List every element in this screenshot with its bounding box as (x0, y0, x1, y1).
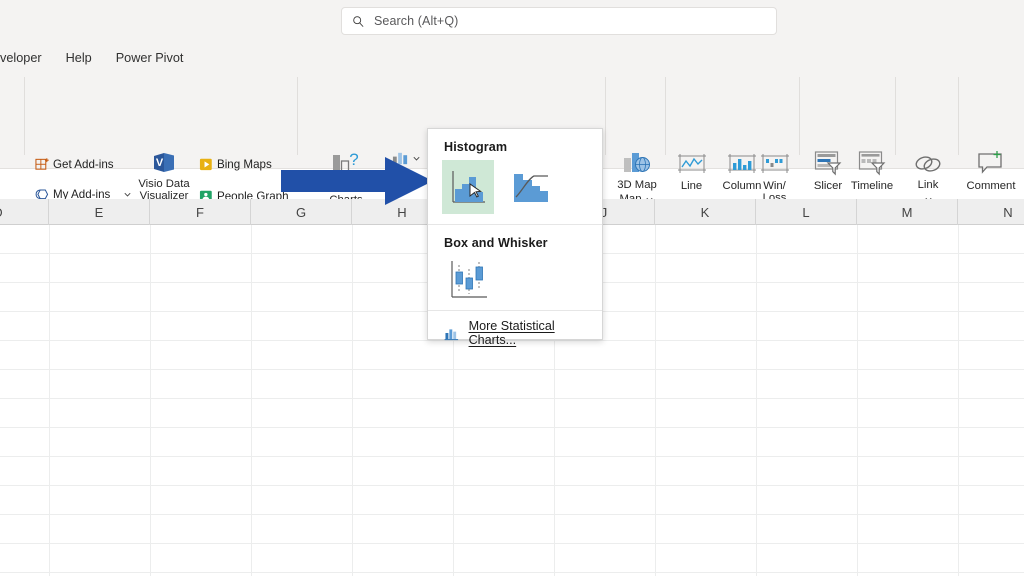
chevron-down-icon[interactable] (123, 190, 132, 199)
ribbon-separator (24, 77, 25, 155)
tab-help[interactable]: Help (54, 48, 104, 69)
histogram-heading: Histogram (428, 129, 602, 160)
grid-vline (756, 225, 757, 576)
sparkline-line-icon (670, 147, 713, 177)
box-whisker-heading: Box and Whisker (428, 225, 602, 256)
grid-vline (251, 225, 252, 576)
pareto-chart-option[interactable] (504, 160, 556, 214)
comment-icon (962, 147, 1020, 177)
box-whisker-row (428, 256, 602, 306)
bing-maps-label: Bing Maps (217, 158, 272, 171)
sparkline-winloss-icon (757, 147, 792, 177)
get-addins-button[interactable]: Get Add-ins (35, 157, 114, 172)
grid-hline (0, 514, 1024, 515)
visio-data-visualizer-button[interactable]: V Visio Data Visualizer (136, 149, 192, 203)
excel-window: Search (Alt+Q) veloper Help Power Pivot … (0, 0, 1024, 576)
timeline-icon (847, 147, 897, 177)
sparkline-line-label: Line (670, 180, 713, 192)
sparkline-winloss-button[interactable]: Win/ Loss (757, 147, 792, 205)
visio-icon: V (136, 149, 192, 175)
grid-vline (150, 225, 151, 576)
more-label-rest: ore Statistical Charts... (469, 319, 555, 347)
grid-hline (0, 543, 1024, 544)
grid-hline (0, 369, 1024, 370)
link-button[interactable]: Link (904, 147, 952, 191)
histogram-icon (446, 165, 490, 209)
grid-hline (0, 398, 1024, 399)
svg-text:V: V (156, 157, 164, 169)
grid-vline (49, 225, 50, 576)
column-header-M[interactable]: M (857, 199, 958, 225)
comment-label: Comment (962, 180, 1020, 192)
ribbon-tabs: veloper Help Power Pivot (0, 45, 1024, 71)
slicer-button[interactable]: Slicer (806, 147, 850, 192)
column-header-N[interactable]: N (958, 199, 1024, 225)
comment-button[interactable]: Comment (962, 147, 1020, 192)
tab-developer[interactable]: veloper (0, 48, 54, 69)
accelerator-key: M (469, 319, 480, 333)
column-header-E[interactable]: E (49, 199, 150, 225)
3d-map-button[interactable]: 3D Map (612, 147, 662, 191)
3d-map-icon (612, 147, 662, 177)
get-addins-icon (35, 157, 50, 172)
link-label: Link (904, 179, 952, 191)
grid-vline (352, 225, 353, 576)
box-whisker-icon (445, 257, 491, 303)
grid-vline (958, 225, 959, 576)
ribbon-separator (958, 77, 959, 155)
slicer-label: Slicer (806, 180, 850, 192)
search-icon (352, 15, 365, 28)
title-bar: Search (Alt+Q) (0, 0, 1024, 45)
column-header-D[interactable]: D (0, 199, 49, 225)
ribbon-separator (297, 77, 298, 155)
ribbon-separator (605, 77, 606, 155)
ribbon-separator (895, 77, 896, 155)
timeline-label: Timeline (847, 180, 897, 192)
histogram-row (428, 160, 602, 216)
statistic-chart-gallery: Histogram (427, 128, 603, 340)
link-icon (904, 147, 952, 177)
3d-map-label-line1: 3D Map (612, 179, 662, 191)
grid-hline (0, 485, 1024, 486)
search-input[interactable]: Search (Alt+Q) (341, 7, 777, 35)
slicer-icon (806, 147, 850, 177)
more-charts-icon (444, 325, 460, 341)
histogram-chart-option[interactable] (442, 160, 494, 214)
box-whisker-chart-option[interactable] (442, 256, 494, 304)
get-addins-label: Get Add-ins (53, 158, 114, 171)
annotation-arrow-icon (281, 157, 433, 205)
grid-hline (0, 456, 1024, 457)
search-placeholder: Search (Alt+Q) (374, 14, 458, 28)
column-header-F[interactable]: F (150, 199, 251, 225)
grid-hline (0, 572, 1024, 573)
more-statistical-charts-item[interactable]: More Statistical Charts... (428, 311, 602, 355)
column-header-K[interactable]: K (655, 199, 756, 225)
grid-vline (857, 225, 858, 576)
pareto-icon (508, 165, 552, 209)
bing-maps-icon (199, 157, 214, 172)
timeline-button[interactable]: Timeline (847, 147, 897, 192)
bing-maps-button[interactable]: Bing Maps (199, 157, 272, 172)
sparkline-line-button[interactable]: Line (670, 147, 713, 192)
grid-hline (0, 427, 1024, 428)
grid-vline (655, 225, 656, 576)
column-header-L[interactable]: L (756, 199, 857, 225)
tab-power-pivot[interactable]: Power Pivot (104, 48, 196, 69)
ribbon-separator (665, 77, 666, 155)
ribbon-separator (799, 77, 800, 155)
more-statistical-charts-label: More Statistical Charts... (469, 319, 602, 347)
